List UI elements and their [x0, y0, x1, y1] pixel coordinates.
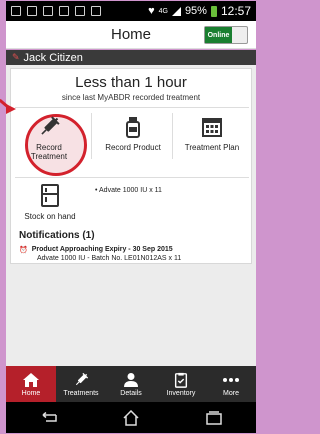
notification-icon: [27, 6, 37, 16]
stock-on-hand-label: Stock on hand: [24, 212, 76, 221]
notification-item[interactable]: ⏰ Product Approaching Expiry - 30 Sep 20…: [19, 246, 249, 262]
syringe-icon: [41, 116, 60, 135]
image-icon: [43, 6, 53, 16]
home-icon: [23, 372, 39, 387]
record-treatment-label-2: Treatment: [30, 152, 68, 161]
page-title: Home: [110, 26, 151, 43]
notification-icons: [11, 6, 101, 16]
back-icon: [42, 411, 57, 422]
syringe-icon: ✎: [12, 52, 20, 62]
notifications-title: Notifications (1): [19, 230, 95, 241]
online-toggle-label: Online: [205, 27, 232, 43]
record-treatment-button[interactable]: Record Treatment: [11, 109, 87, 163]
nav-more[interactable]: More: [206, 366, 256, 402]
nav-home-label: Home: [21, 389, 41, 397]
pointer-arrow: [6, 104, 16, 114]
app-icon: [91, 6, 101, 16]
divider: [15, 107, 249, 108]
recent-apps-button[interactable]: [199, 408, 229, 428]
network-type: 4G: [158, 7, 168, 15]
nav-treatments-label: Treatments: [63, 389, 99, 397]
alarm-icon: ⏰: [19, 247, 28, 254]
more-icon: [223, 377, 239, 382]
nav-inventory[interactable]: Inventory: [156, 366, 206, 402]
online-toggle[interactable]: Online: [204, 26, 248, 44]
stock-on-hand-button[interactable]: Stock on hand: [15, 182, 85, 221]
notification-line1: Product Approaching Expiry - 30 Sep 2015: [31, 246, 173, 253]
user-name: Jack Citizen: [23, 51, 83, 64]
nav-inventory-label: Inventory: [166, 389, 196, 397]
last-treatment-caption: since last MyABDR recorded treatment: [61, 93, 201, 102]
back-button[interactable]: [33, 408, 63, 428]
user-bar[interactable]: ✎ Jack Citizen: [6, 50, 256, 65]
nav-home[interactable]: Home: [6, 366, 56, 402]
treatment-plan-button[interactable]: Treatment Plan: [173, 109, 251, 163]
calendar-icon: [202, 118, 222, 137]
clipboard-icon: [75, 6, 85, 16]
home-button[interactable]: [116, 408, 146, 428]
signal-icon: [171, 6, 181, 16]
stock-info: • Advate 1000 IU x 11: [95, 187, 162, 194]
notification-icon: [11, 6, 21, 16]
notification-line2: Advate 1000 IU - Batch No. LE01N012AS x …: [37, 255, 182, 262]
app-header: Home Online: [6, 21, 256, 49]
dashboard-card: Less than 1 hour since last MyABDR recor…: [10, 68, 252, 264]
nav-details-label: Details: [120, 389, 142, 397]
last-treatment-time: Less than 1 hour: [75, 74, 187, 91]
recent-apps-icon: [206, 410, 223, 425]
fridge-icon: [41, 184, 59, 207]
record-treatment-label-1: Record: [36, 143, 62, 152]
nav-treatments[interactable]: Treatments: [56, 366, 106, 402]
phone-screen: ♥ 4G 95% 12:57 Home Online ✎ Jack Citize…: [0, 0, 259, 434]
nav-more-label: More: [223, 389, 239, 397]
status-bar: ♥ 4G 95% 12:57: [6, 1, 256, 21]
vial-icon: [126, 117, 140, 138]
bottom-nav: Home Treatments Details Inventory More: [6, 366, 256, 402]
divider: [91, 113, 92, 159]
nav-details[interactable]: Details: [106, 366, 156, 402]
clipboard-icon: [174, 372, 188, 388]
clock: 12:57: [220, 4, 251, 18]
heart-icon: ♥: [148, 5, 155, 17]
treatment-plan-label: Treatment Plan: [184, 143, 240, 152]
divider: [15, 177, 249, 178]
main-content: ✎ Jack Citizen Less than 1 hour since la…: [6, 50, 256, 366]
record-product-button[interactable]: Record Product: [95, 109, 171, 163]
android-nav-bar: [6, 402, 256, 433]
home-icon: [123, 409, 139, 426]
person-icon: [124, 372, 138, 387]
syringe-icon: [75, 372, 89, 385]
battery-percent: 95%: [184, 5, 207, 17]
battery-icon: [210, 5, 217, 17]
record-product-label: Record Product: [105, 143, 161, 152]
mail-icon: [59, 6, 69, 16]
